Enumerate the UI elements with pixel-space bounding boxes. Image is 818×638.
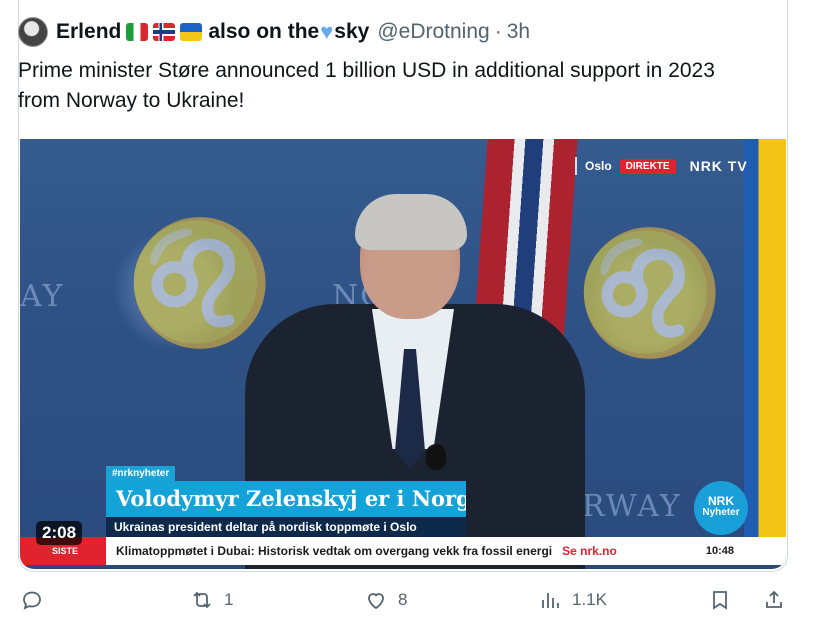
views-button[interactable]: 1.1K	[538, 588, 607, 612]
ticker-time: 10:48	[705, 545, 734, 557]
coat-of-arms-right-icon: ♌	[575, 224, 725, 363]
watermark-right: RWAY	[582, 489, 682, 524]
avatar[interactable]	[18, 17, 48, 47]
tweet-text: Prime minister Støre announced 1 billion…	[18, 59, 715, 112]
reply-button[interactable]	[20, 588, 54, 612]
speaker-hair	[355, 194, 467, 250]
bookmark-button[interactable]	[708, 588, 732, 612]
author-name-end[interactable]: sky	[334, 20, 369, 44]
hashtag-label: #nrknyheter	[106, 466, 176, 481]
author-handle[interactable]: @eDrotning	[377, 20, 489, 44]
norway-flag-icon	[153, 23, 176, 41]
watermark-left: AY	[20, 279, 65, 314]
retweet-icon	[193, 591, 211, 609]
microphone	[426, 444, 446, 470]
badge-line-2: Nyheter	[702, 507, 740, 518]
retweet-count: 1	[224, 590, 234, 609]
news-headline: Volodymyr Zelenskyj er i Norge	[106, 481, 466, 517]
retweet-button[interactable]: 1	[190, 588, 233, 612]
live-separator	[575, 157, 577, 175]
like-count: 8	[398, 590, 408, 609]
tweet-actions: 1 8 1.1K	[18, 588, 788, 620]
video-duration: 2:08	[36, 521, 83, 545]
reply-icon	[23, 591, 41, 610]
video-player[interactable]: ♌ ♌ AY NO RWAY Oslo DIREKTE NRK TV #nrkn…	[20, 139, 786, 569]
location-label: Oslo	[585, 159, 612, 173]
badge-line-1: NRK	[708, 494, 734, 508]
coat-of-arms-left-icon: ♌	[125, 214, 275, 353]
blue-heart-icon: ♥	[320, 19, 334, 44]
live-indicator: Oslo DIREKTE NRK TV	[575, 157, 748, 175]
author-name[interactable]: Erlend	[56, 20, 121, 44]
ukraine-flag-icon	[180, 23, 203, 41]
share-icon	[766, 590, 782, 608]
ticker-text: Klimatoppmøtet i Dubai: Historisk vedtak…	[116, 544, 553, 558]
heart-icon	[368, 593, 384, 610]
bookmark-icon	[713, 591, 727, 610]
share-button[interactable]	[762, 588, 786, 612]
views-count: 1.1K	[572, 590, 607, 609]
sweden-flag-backdrop	[744, 139, 786, 539]
channel-logo: NRK TV	[689, 158, 748, 174]
views-icon	[542, 593, 559, 608]
nrk-nyheter-badge: NRK Nyheter	[694, 481, 748, 535]
news-ticker: SISTE Klimatoppmøtet i Dubai: Historisk …	[20, 537, 786, 565]
italy-flag-icon	[126, 23, 149, 41]
author-name-suffix[interactable]: also on the	[208, 20, 319, 44]
live-badge: DIREKTE	[619, 158, 676, 174]
separator-dot: ·	[494, 20, 502, 43]
tweet-header: Erlend also on the ♥ sky @eDrotning · 3h	[18, 14, 530, 50]
tweet-time[interactable]: 3h	[507, 20, 530, 44]
ticker-link: Se nrk.no	[562, 544, 617, 558]
like-button[interactable]: 8	[364, 588, 407, 612]
news-subheadline: Ukrainas president deltar på nordisk top…	[106, 517, 466, 537]
